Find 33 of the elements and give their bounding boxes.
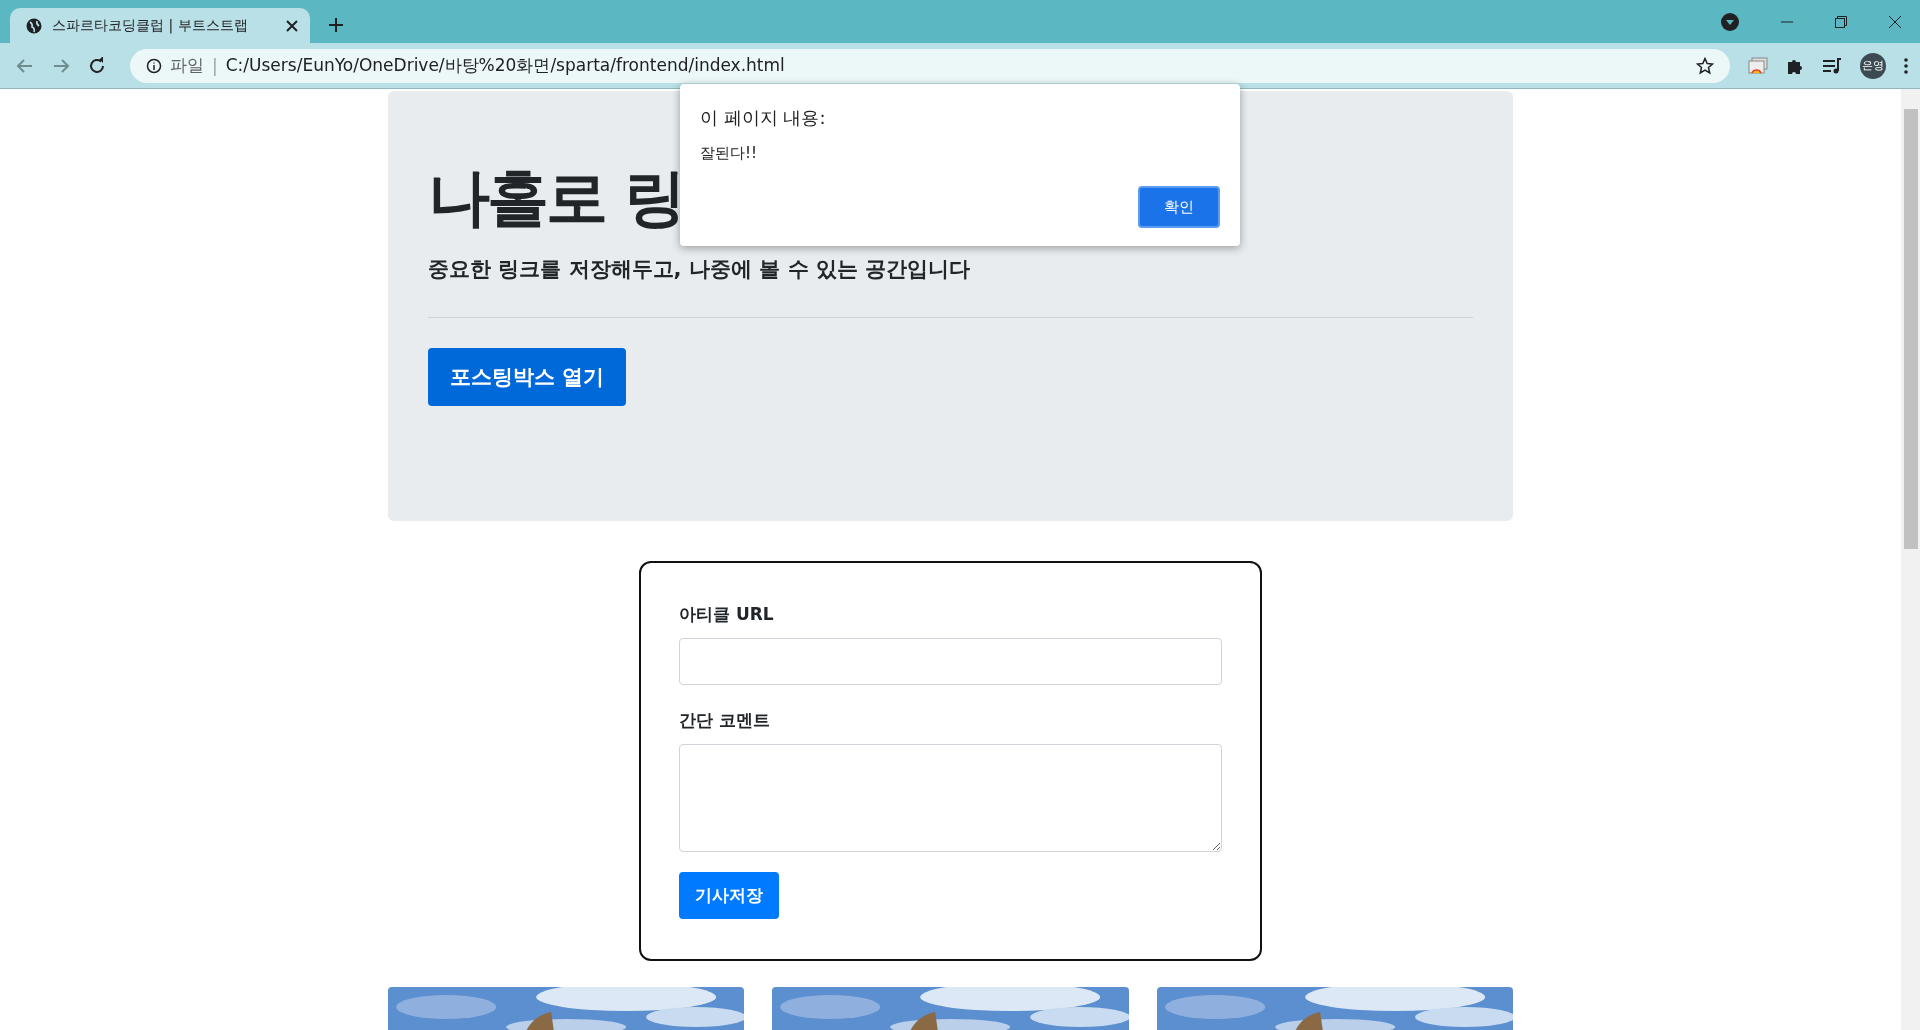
open-posting-button[interactable]: 포스팅박스 열기 — [428, 348, 627, 407]
tab-title: 스파르타코딩클럽 | 부트스트랩 — [52, 16, 249, 35]
close-icon[interactable] — [1888, 14, 1902, 29]
menu-icon[interactable] — [1904, 57, 1908, 74]
info-icon[interactable] — [146, 57, 162, 74]
globe-icon — [26, 17, 42, 34]
dialog-title: 이 페이지 내용: — [700, 106, 827, 130]
scheme-label: 파일 — [170, 54, 204, 77]
dropdown-icon[interactable] — [1720, 11, 1740, 32]
cast-icon[interactable] — [1748, 56, 1768, 75]
url-text: C:/Users/EunYo/OneDrive/바탕%20화면/sparta/frontend/index.html — [225, 54, 786, 77]
dialog-message: 잘된다!! — [700, 144, 759, 163]
comment-label: 간단 코멘트 — [679, 709, 771, 732]
close-icon[interactable] — [286, 19, 298, 32]
back-icon[interactable] — [16, 56, 34, 75]
comment-input[interactable] — [679, 744, 1222, 852]
new-tab-icon[interactable] — [328, 17, 344, 33]
save-button[interactable]: 기사저장 — [679, 872, 779, 919]
star-icon[interactable] — [1696, 56, 1714, 75]
page-title: 나홀로 링 — [428, 161, 683, 236]
playlist-icon[interactable] — [1822, 56, 1842, 75]
separator: | — [212, 55, 218, 76]
reload-icon[interactable] — [88, 56, 106, 75]
ok-button[interactable]: 확인 — [1138, 186, 1220, 228]
scrollbar[interactable] — [1901, 89, 1920, 1030]
restore-icon[interactable] — [1834, 14, 1848, 29]
forward-icon[interactable] — [52, 56, 70, 75]
profile-avatar[interactable]: 은영 — [1860, 52, 1886, 79]
browser-tab[interactable]: 스파르타코딩클럽 | 부트스트랩 — [10, 8, 310, 43]
url-input[interactable] — [679, 638, 1222, 685]
url-label: 아티클 URL — [679, 603, 775, 626]
address-bar[interactable]: 파일 | C:/Users/EunYo/OneDrive/바탕%20화면/sparta/frontend/index.html — [130, 48, 1730, 83]
page-subtitle: 중요한 링크를 저장해두고, 나중에 볼 수 있는 공간입니다 — [428, 256, 972, 284]
